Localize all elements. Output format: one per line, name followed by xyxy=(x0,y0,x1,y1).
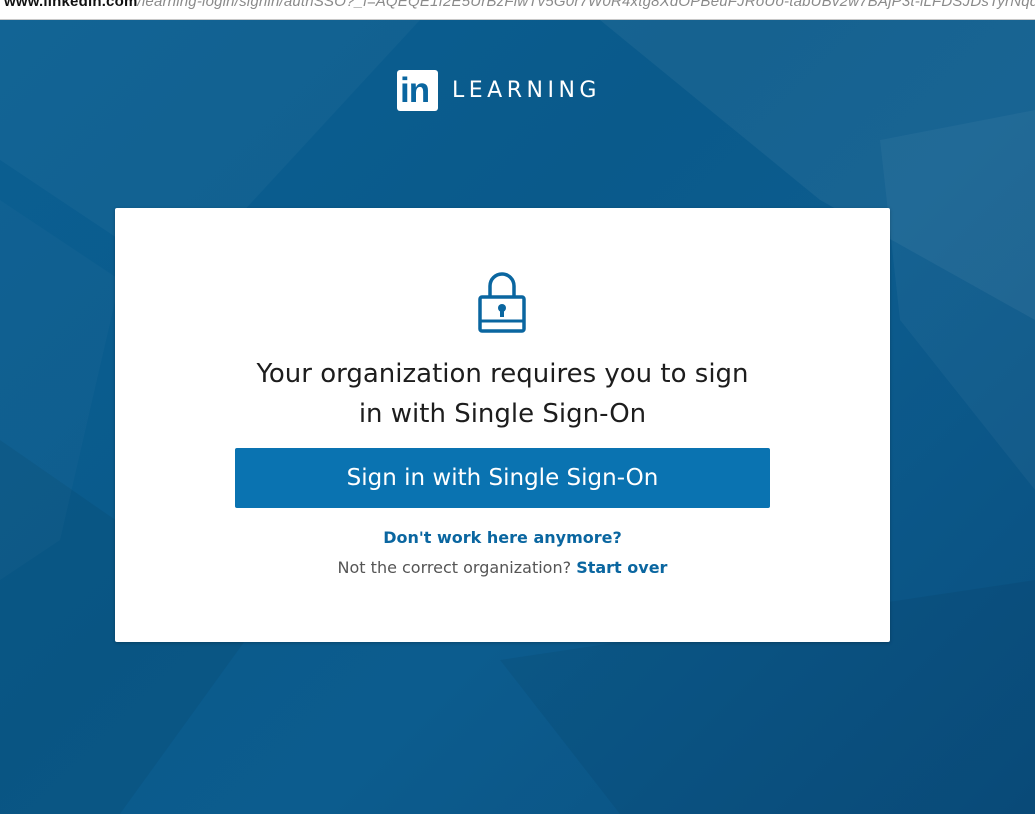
page-title: Your organization requires you to sign i… xyxy=(215,354,790,434)
dont-work-here-row: Don't work here anymore? xyxy=(115,528,890,547)
dont-work-here-link[interactable]: Don't work here anymore? xyxy=(383,528,622,547)
not-correct-org-row: Not the correct organization? Start over xyxy=(115,558,890,577)
start-over-link[interactable]: Start over xyxy=(576,558,667,577)
sign-in-sso-button[interactable]: Sign in with Single Sign-On xyxy=(235,448,770,508)
linkedin-in-icon: in xyxy=(397,70,438,111)
logo-mark: in xyxy=(400,71,430,110)
url-text: www.linkedin.com/learning-login/signin/a… xyxy=(4,0,1035,10)
not-correct-org-text: Not the correct organization? xyxy=(337,558,572,577)
browser-address-bar[interactable]: www.linkedin.com/learning-login/signin/a… xyxy=(0,0,1035,20)
lock-icon xyxy=(478,272,526,333)
sso-card: Your organization requires you to sign i… xyxy=(115,208,890,642)
heading-line-2: in with Single Sign-On xyxy=(358,399,647,429)
product-name: LEARNING xyxy=(452,78,601,103)
url-path: /learning-login/signin/authSSO?_l=AQEQE1… xyxy=(137,0,1035,10)
url-domain: www.linkedin.com xyxy=(4,0,138,10)
heading-line-1: Your organization requires you to sign xyxy=(256,359,749,389)
